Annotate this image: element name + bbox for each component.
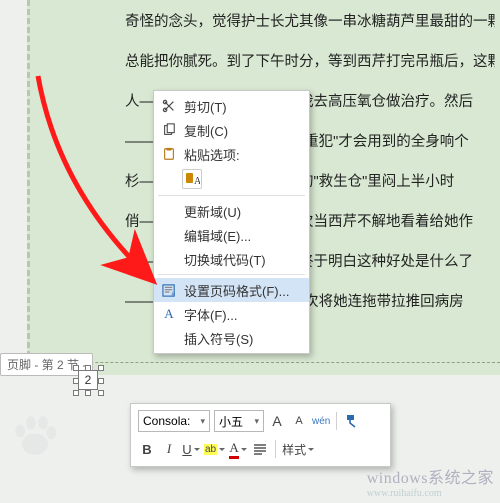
clipboard-icon — [160, 145, 178, 163]
menu-update-field[interactable]: 更新域(U) — [154, 199, 309, 223]
highlight-icon: ab — [204, 444, 217, 455]
body-text: 奇怪的念头，觉得护士长尤其像一串冰糖葫芦里最甜的一颗 — [125, 12, 495, 32]
menu-label: 复制(C) — [184, 121, 301, 140]
justify-button[interactable] — [251, 439, 269, 459]
menu-toggle-field-codes[interactable]: 切换域代码(T) — [154, 247, 309, 271]
watermark-paw-icon — [10, 413, 60, 458]
font-size-select[interactable]: 小五 ▾ — [214, 410, 264, 432]
blank-icon — [160, 202, 178, 220]
mini-toolbar: Consola: ▾ 小五 ▾ A A wén B I U ab A — [130, 403, 391, 467]
blank-icon — [160, 329, 178, 347]
body-text: 总能把你腻死。到了下午时分，等到西芹打完吊瓶后，这颗糖 — [125, 52, 495, 72]
format-painter-button[interactable] — [343, 411, 361, 431]
menu-insert-symbol[interactable]: 插入符号(S) — [154, 326, 309, 350]
chevron-down-icon: ▾ — [200, 416, 205, 427]
styles-label: 样式 — [282, 441, 306, 458]
italic-button[interactable]: I — [160, 439, 178, 459]
selection-handle[interactable] — [98, 390, 104, 396]
selection-handle[interactable] — [98, 365, 104, 371]
font-size-value: 小五 — [219, 413, 243, 430]
menu-label: 插入符号(S) — [184, 329, 301, 348]
styles-button[interactable]: 样式 — [282, 439, 314, 459]
menu-label: 设置页码格式(F)... — [184, 281, 301, 300]
menu-paste-options[interactable]: 粘贴选项: — [154, 142, 309, 166]
paste-text-icon: A — [182, 169, 202, 189]
watermark-url: www.ruihaifu.com — [367, 488, 494, 499]
underline-button[interactable]: U — [182, 439, 200, 459]
menu-separator — [158, 274, 305, 275]
format-painter-icon — [344, 413, 360, 429]
blank-icon — [160, 250, 178, 268]
blank-icon — [160, 226, 178, 244]
menu-copy[interactable]: 复制(C) — [154, 118, 309, 142]
chevron-down-icon: ▾ — [254, 416, 259, 427]
menu-label: 更新域(U) — [184, 202, 301, 221]
selection-handle[interactable] — [98, 378, 104, 384]
menu-label: 剪切(T) — [184, 97, 301, 116]
font-name-value: Consola: — [143, 414, 190, 428]
font-name-select[interactable]: Consola: ▾ — [138, 410, 210, 432]
watermark-brand: windows系统之家 www.ruihaifu.com — [367, 464, 494, 499]
menu-separator — [158, 195, 305, 196]
font-color-icon: A — [229, 440, 238, 459]
selection-handle[interactable] — [73, 390, 79, 396]
menu-edit-field[interactable]: 编辑域(E)... — [154, 223, 309, 247]
menu-font[interactable]: A 字体(F)... — [154, 302, 309, 326]
scissors-icon — [160, 97, 178, 115]
selection-handle[interactable] — [85, 365, 91, 371]
highlight-button[interactable]: ab — [204, 439, 225, 459]
phonetic-guide-button[interactable]: wén — [312, 411, 330, 431]
footer-separator — [30, 362, 500, 363]
bold-button[interactable]: B — [138, 439, 156, 459]
menu-label: 字体(F)... — [184, 305, 301, 324]
separator — [275, 440, 276, 458]
selection-handle[interactable] — [73, 378, 79, 384]
menu-page-number-format[interactable]: # 设置页码格式(F)... — [154, 278, 309, 302]
justify-icon — [253, 442, 267, 456]
selection-handle[interactable] — [85, 390, 91, 396]
svg-text:A: A — [194, 176, 200, 187]
font-icon: A — [160, 305, 178, 323]
paste-option-keep-text[interactable]: A — [154, 166, 309, 192]
page-number-field[interactable]: 2 — [78, 370, 98, 390]
menu-label: 粘贴选项: — [184, 145, 301, 164]
page-number-format-icon: # — [160, 281, 178, 299]
menu-label: 切换域代码(T) — [184, 250, 301, 269]
separator — [336, 412, 337, 430]
svg-text:#: # — [171, 291, 175, 298]
grow-font-button[interactable]: A — [268, 411, 286, 431]
copy-icon — [160, 121, 178, 139]
watermark-brand-text: windows系统之家 — [367, 470, 494, 487]
font-color-button[interactable]: A — [229, 439, 247, 459]
context-menu: 剪切(T) 复制(C) 粘贴选项: A 更新域(U) 编辑域(E)... — [153, 90, 310, 354]
selection-handle[interactable] — [73, 365, 79, 371]
shrink-font-button[interactable]: A — [290, 411, 308, 431]
menu-label: 编辑域(E)... — [184, 226, 301, 245]
menu-cut[interactable]: 剪切(T) — [154, 94, 309, 118]
